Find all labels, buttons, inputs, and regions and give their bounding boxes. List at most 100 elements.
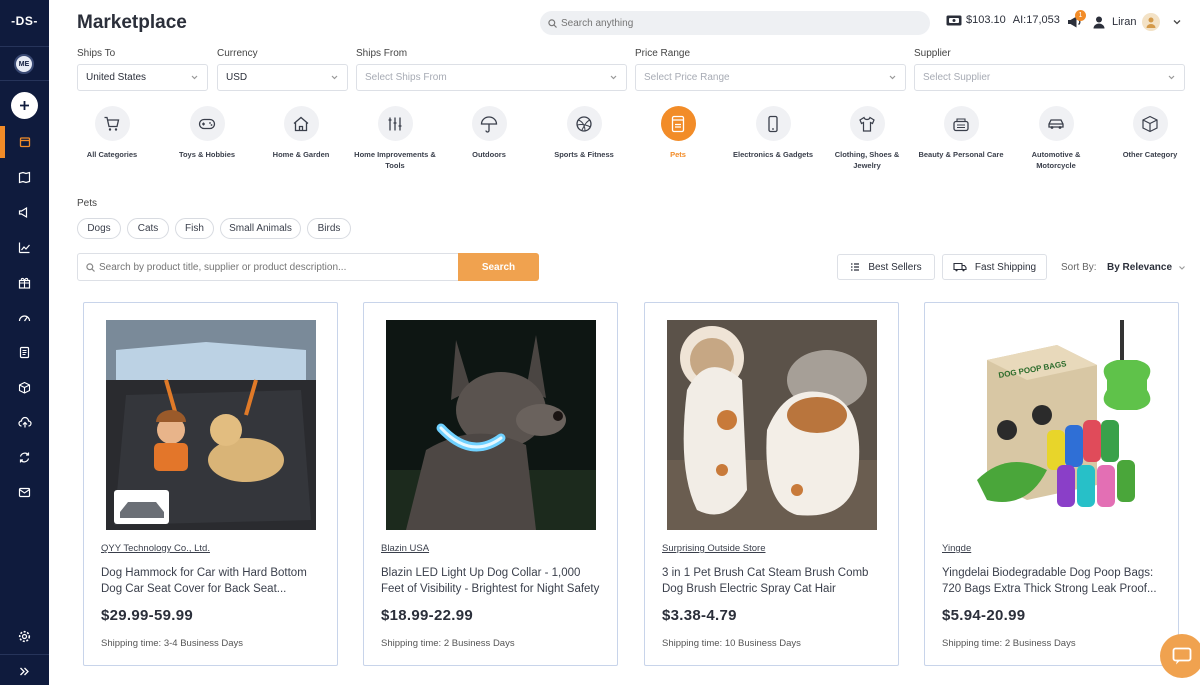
sort-select[interactable]: By Relevance [1107, 262, 1186, 273]
product-image-poop-bags[interactable]: DOG POOP BAGS [947, 320, 1157, 530]
product-card[interactable]: DOG POOP BAGS Yingde Yingdelai Biodegrad… [924, 302, 1179, 666]
category-label: Home & Garden [272, 150, 330, 159]
supplier-link[interactable]: Surprising Outside Store [662, 543, 766, 554]
chip-cats[interactable]: Cats [127, 218, 169, 239]
category-electronics[interactable]: Electronics & Gadgets [728, 106, 818, 160]
category-automotive[interactable]: Automotive & Motorcycle [1011, 106, 1101, 171]
user-silhouette-icon [1093, 16, 1105, 29]
sidebar-item-orders[interactable] [0, 341, 49, 363]
sidebar-item-catalog[interactable] [0, 166, 49, 188]
sidebar-item-campaigns[interactable] [0, 201, 49, 223]
supplier-link[interactable]: QYY Technology Co., Ltd. [101, 543, 210, 554]
category-label: Electronics & Gadgets [732, 150, 814, 159]
cloud-upload-icon [17, 416, 32, 427]
product-price: $29.99-59.99 [101, 607, 194, 624]
sidebar-item-sync[interactable] [0, 446, 49, 468]
product-title[interactable]: Dog Hammock for Car with Hard Bottom Dog… [101, 565, 323, 598]
sidebar-item-marketplace[interactable] [0, 131, 49, 153]
category-all[interactable]: All Categories [67, 106, 157, 160]
product-card[interactable]: Surprising Outside Store 3 in 1 Pet Brus… [644, 302, 899, 666]
search-icon [548, 18, 557, 28]
sidebar-item-messages[interactable] [0, 481, 49, 503]
store-icon [19, 137, 30, 148]
fast-shipping-button[interactable]: Fast Shipping [942, 254, 1047, 280]
chevron-down-icon [331, 75, 338, 80]
category-label: Outdoors [472, 150, 506, 159]
product-search-input[interactable] [99, 261, 439, 273]
product-title[interactable]: 3 in 1 Pet Brush Cat Steam Brush Comb Do… [662, 565, 884, 598]
chat-button[interactable] [1160, 634, 1200, 678]
chip-dogs[interactable]: Dogs [77, 218, 121, 239]
category-icon-wrap [283, 106, 319, 141]
wallet[interactable]: $103.10 AI:17,053 [946, 14, 1060, 26]
product-search[interactable] [77, 253, 459, 281]
sidebar-item-analytics[interactable] [0, 236, 49, 258]
product-card[interactable]: QYY Technology Co., Ltd. Dog Hammock for… [83, 302, 338, 666]
category-icon-wrap [566, 106, 602, 141]
product-card[interactable]: Blazin USA Blazin LED Light Up Dog Colla… [363, 302, 618, 666]
search-button[interactable]: Search [458, 253, 539, 281]
product-image-dog-hammock[interactable] [106, 320, 316, 530]
app-logo[interactable]: -DS- [0, 14, 49, 28]
category-clothing[interactable]: Clothing, Shoes & Jewelry [822, 106, 912, 171]
price-range-select[interactable]: Select Price Range [635, 64, 906, 91]
category-home-improvements[interactable]: Home Improvements & Tools [350, 106, 440, 171]
chevron-down-icon [1174, 20, 1181, 25]
sort-label: Sort By: [1061, 262, 1097, 273]
megaphone-icon [18, 206, 28, 218]
product-image-led-collar[interactable] [386, 320, 596, 530]
cart-icon [104, 116, 120, 131]
category-icon-wrap [755, 106, 791, 141]
category-sports-fitness[interactable]: Sports & Fitness [539, 106, 629, 160]
add-button[interactable] [11, 92, 38, 119]
global-search-input[interactable] [561, 17, 901, 29]
notification-count-badge: 1 [1075, 10, 1086, 21]
sidebar-item-products[interactable] [0, 376, 49, 398]
sidebar-item-performance[interactable] [0, 306, 49, 328]
ships-to-select[interactable]: United States [77, 64, 208, 91]
ball-icon [576, 115, 592, 132]
category-icon-wrap [1038, 106, 1074, 141]
category-beauty[interactable]: Beauty & Personal Care [916, 106, 1006, 160]
category-other[interactable]: Other Category [1105, 106, 1195, 160]
category-icon-wrap [943, 106, 979, 141]
global-search[interactable] [540, 11, 930, 35]
sidebar-item-upload[interactable] [0, 411, 49, 433]
page-title: Marketplace [77, 12, 187, 33]
truck-icon [953, 262, 967, 272]
sidebar-item-gifts[interactable] [0, 271, 49, 293]
chip-birds[interactable]: Birds [307, 218, 351, 239]
category-pets[interactable]: Pets [633, 106, 723, 160]
category-label: Home Improvements & Tools [354, 150, 436, 170]
currency-select[interactable]: USD [217, 64, 348, 91]
category-toys-hobbies[interactable]: Toys & Hobbies [162, 106, 252, 160]
shirt-icon [859, 116, 875, 132]
chip-small-animals[interactable]: Small Animals [220, 218, 301, 239]
category-home-garden[interactable]: Home & Garden [256, 106, 346, 160]
category-icon-wrap [377, 106, 413, 141]
gear-icon [18, 630, 31, 642]
workspace-badge[interactable]: ME [14, 54, 34, 74]
product-title[interactable]: Blazin LED Light Up Dog Collar - 1,000 F… [381, 565, 603, 598]
chip-fish[interactable]: Fish [175, 218, 214, 239]
supplier-select[interactable]: Select Supplier [914, 64, 1185, 91]
sidebar-item-settings[interactable] [0, 625, 49, 647]
supplier-link[interactable]: Yingde [942, 543, 971, 554]
category-icon-wrap [849, 106, 885, 141]
sidebar-divider [0, 654, 49, 655]
product-title[interactable]: Yingdelai Biodegradable Dog Poop Bags: 7… [942, 565, 1164, 598]
fast-shipping-label: Fast Shipping [974, 261, 1037, 273]
avatar [1142, 13, 1161, 31]
category-outdoors[interactable]: Outdoors [444, 106, 534, 160]
supplier-link[interactable]: Blazin USA [381, 543, 429, 554]
wallet-icon [946, 15, 962, 26]
product-image-steam-brush[interactable] [667, 320, 877, 530]
shipping-time: Shipping time: 2 Business Days [942, 638, 1076, 649]
user-menu[interactable]: Liran [1092, 13, 1182, 31]
best-sellers-button[interactable]: Best Sellers [837, 254, 935, 280]
category-label: All Categories [86, 150, 138, 159]
expand-sidebar-button[interactable] [0, 660, 49, 682]
category-icon-wrap [1132, 106, 1168, 141]
product-price: $5.94-20.99 [942, 607, 1026, 624]
ships-from-select[interactable]: Select Ships From [356, 64, 627, 91]
